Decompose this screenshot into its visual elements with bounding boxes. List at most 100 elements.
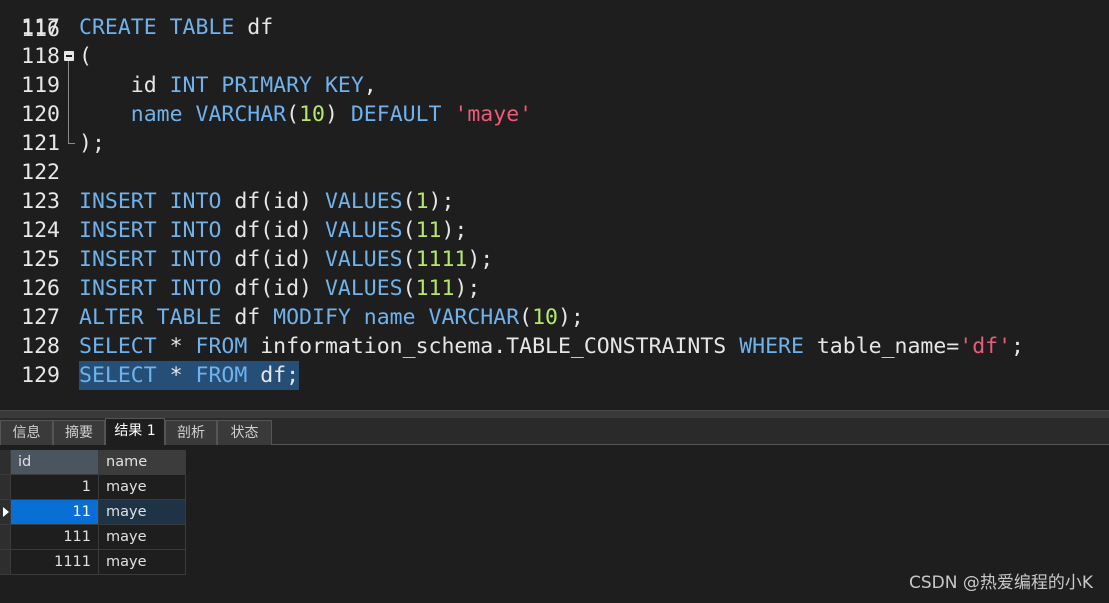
code-line[interactable]: 121); [0, 129, 1109, 158]
code-token: INT PRIMARY KEY [169, 73, 364, 98]
code-token: 1 [415, 189, 429, 214]
code-token: ( [402, 247, 416, 272]
code-token: , [363, 73, 377, 98]
cell-name[interactable]: maye [99, 475, 186, 500]
code-token: SELECT [79, 363, 157, 388]
line-number: 128 [21, 334, 60, 359]
code-text: name VARCHAR(10) DEFAULT 'maye' [79, 100, 532, 129]
column-header-id[interactable]: id [11, 450, 99, 475]
code-line[interactable]: 126 INSERT INTO df(id) VALUES(111); [0, 274, 1109, 303]
code-token: VALUES [324, 218, 403, 243]
code-line[interactable]: 125 INSERT INTO df(id) VALUES(1111); [0, 245, 1109, 274]
fold-guide-line [68, 61, 69, 136]
cell-id[interactable]: 1 [11, 475, 99, 500]
tab-result-1[interactable]: 结果 1 [105, 418, 165, 445]
code-token: * [156, 334, 196, 359]
column-header-name[interactable]: name [99, 450, 186, 475]
code-text: INSERT INTO df(id) VALUES(1111); [79, 245, 493, 274]
code-token: ( [79, 44, 92, 69]
code-token: df(id) [221, 276, 325, 301]
cell-name[interactable]: maye [99, 500, 186, 525]
code-token: ); [557, 305, 584, 330]
code-text: ( [79, 42, 92, 71]
cell-name[interactable]: maye [99, 550, 186, 575]
code-text: SELECT * FROM information_schema.TABLE_C… [79, 332, 1024, 361]
code-token: VARCHAR [428, 305, 520, 330]
code-token: ); [441, 218, 468, 243]
cell-name[interactable]: maye [99, 525, 186, 550]
tab-status[interactable]: 状态 [217, 420, 272, 445]
code-token: MODIFY [273, 305, 351, 330]
code-token: ( [402, 189, 416, 214]
code-line[interactable]: 123 INSERT INTO df(id) VALUES(1); [0, 187, 1109, 216]
code-token: df(id) [221, 247, 325, 272]
row-selector[interactable] [0, 525, 11, 550]
row-selector[interactable] [0, 500, 11, 525]
code-line[interactable]: 127 ALTER TABLE df MODIFY name VARCHAR(10… [0, 303, 1109, 332]
line-number: 122 [21, 160, 60, 185]
tab-summary[interactable]: 摘要 [53, 420, 105, 445]
code-token: DEFAULT [350, 102, 442, 127]
code-token: information_schema.TABLE_CONSTRAINTS [247, 334, 740, 359]
row-selector[interactable] [0, 475, 11, 500]
code-line[interactable]: 117 CREATE TABLE df [0, 13, 1109, 42]
code-token: 1111 [415, 247, 468, 272]
code-line[interactable]: 124 INSERT INTO df(id) VALUES(11); [0, 216, 1109, 245]
line-number: 119 [21, 73, 60, 98]
tab-info[interactable]: 信息 [0, 420, 53, 445]
code-text: INSERT INTO df(id) VALUES(11); [79, 216, 467, 245]
line-number: 127 [21, 305, 60, 330]
code-token: table_name= [803, 334, 960, 359]
cell-id[interactable]: 11 [11, 500, 99, 525]
code-token: 11 [415, 218, 442, 243]
pane-splitter[interactable] [0, 410, 1109, 418]
sql-editor[interactable]: 116 117 CREATE TABLE df 118(119 id INT PRI… [0, 0, 1109, 410]
fold-toggle-icon[interactable] [64, 51, 74, 61]
code-token: ( [402, 276, 416, 301]
code-line[interactable]: 120 name VARCHAR(10) DEFAULT 'maye' [0, 100, 1109, 129]
code-token: df(id) [221, 189, 325, 214]
line-number: 124 [21, 218, 60, 243]
code-token: ; [1011, 334, 1024, 359]
code-token: ); [428, 189, 455, 214]
code-token: SELECT [79, 334, 157, 359]
code-line[interactable]: 129 SELECT * FROM df; [0, 361, 1109, 390]
code-token: FROM [195, 363, 248, 388]
code-text: INSERT INTO df(id) VALUES(1); [79, 187, 454, 216]
code-line[interactable]: 118 ( [0, 42, 1109, 71]
code-line[interactable]: 128 SELECT * FROM information_schema.TABL… [0, 332, 1109, 361]
watermark: CSDN @热爱编程的小K [908, 573, 1093, 593]
code-token: ( [286, 102, 300, 127]
code-token: df(id) [221, 218, 325, 243]
code-text: CREATE TABLE df [79, 13, 273, 42]
code-line[interactable]: 122 [0, 158, 1109, 187]
code-token: VALUES [324, 276, 403, 301]
row-selector[interactable] [0, 550, 11, 575]
code-token: name [363, 305, 416, 330]
line-number: 129 [21, 363, 60, 388]
result-tabbar: 信息 摘要 结果 1 剖析 状态 [0, 418, 1109, 445]
code-token: ( [402, 218, 416, 243]
cell-id[interactable]: 111 [11, 525, 99, 550]
code-token: df [221, 305, 274, 330]
cell-id[interactable]: 1111 [11, 550, 99, 575]
selected-code-text: SELECT * FROM df; [79, 361, 300, 390]
code-token: INSERT INTO [79, 189, 222, 214]
code-text: id INT PRIMARY KEY, [79, 71, 377, 100]
code-token: ( [519, 305, 533, 330]
code-token: INSERT INTO [79, 247, 222, 272]
code-text: ALTER TABLE df MODIFY name VARCHAR(10); [79, 303, 584, 332]
code-token: 'maye' [454, 102, 533, 127]
line-number: 120 [21, 102, 60, 127]
tab-profile[interactable]: 剖析 [165, 420, 217, 445]
code-line[interactable]: 119 id INT PRIMARY KEY, [0, 71, 1109, 100]
code-text: INSERT INTO df(id) VALUES(111); [79, 274, 480, 303]
code-token: CREATE TABLE [79, 15, 235, 40]
code-token: WHERE [739, 334, 804, 359]
line-number: 125 [21, 247, 60, 272]
code-token: df [234, 15, 274, 40]
